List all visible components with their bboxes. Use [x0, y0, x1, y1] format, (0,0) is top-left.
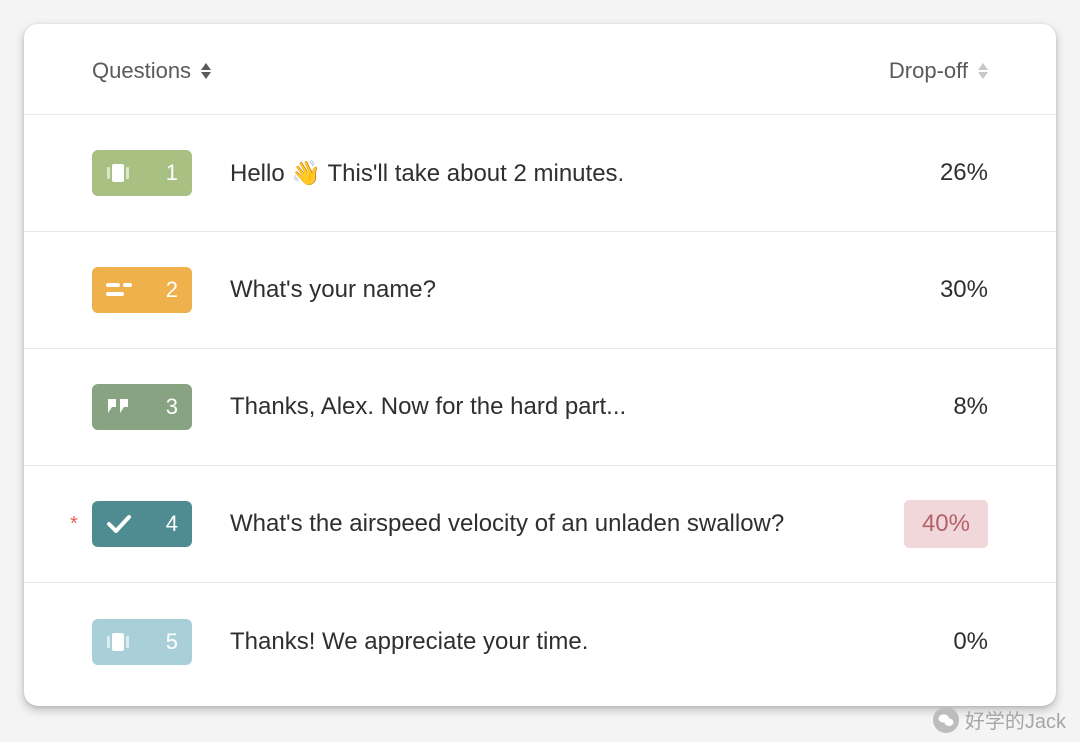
- dropoff-value: 8%: [908, 393, 988, 421]
- question-number: 5: [166, 629, 178, 655]
- quote-icon: [106, 397, 132, 417]
- table-body: 1 Hello 👋 This'll take about 2 minutes.26…: [24, 115, 1056, 700]
- column-header-dropoff-label: Drop-off: [889, 58, 968, 84]
- table-row[interactable]: 1 Hello 👋 This'll take about 2 minutes.26…: [24, 115, 1056, 232]
- dropoff-value: 40%: [904, 500, 988, 548]
- sort-icon: [978, 63, 988, 79]
- text-lines-icon: [106, 283, 132, 297]
- dropoff-value: 26%: [908, 159, 988, 187]
- question-type-badge: 1: [92, 150, 192, 196]
- watermark-text: 好学的Jack: [965, 705, 1066, 734]
- dropoff-value: 0%: [908, 628, 988, 656]
- table-row[interactable]: * 4 What's the airspeed velocity of an un…: [24, 466, 1056, 583]
- column-header-dropoff[interactable]: Drop-off: [889, 58, 988, 84]
- column-header-questions-label: Questions: [92, 58, 191, 84]
- table-row[interactable]: 3 Thanks, Alex. Now for the hard part...8…: [24, 349, 1056, 466]
- table-row[interactable]: 2 What's your name?30%: [24, 232, 1056, 349]
- question-text: What's the airspeed velocity of an unlad…: [230, 510, 904, 538]
- question-number: 1: [166, 160, 178, 186]
- wechat-icon: [933, 707, 959, 733]
- question-type-badge: 2: [92, 267, 192, 313]
- question-text: Thanks! We appreciate your time.: [230, 628, 908, 656]
- sort-icon: [201, 63, 211, 79]
- question-text: Thanks, Alex. Now for the hard part...: [230, 393, 908, 421]
- cards-icon: [106, 631, 132, 653]
- cards-icon: [106, 162, 132, 184]
- question-text: What's your name?: [230, 276, 908, 304]
- watermark: 好学的Jack: [933, 705, 1066, 734]
- check-icon: [106, 513, 132, 535]
- question-type-badge: 5: [92, 619, 192, 665]
- question-number: 3: [166, 394, 178, 420]
- question-text: Hello 👋 This'll take about 2 minutes.: [230, 159, 908, 188]
- dropoff-value: 30%: [908, 276, 988, 304]
- required-star-icon: *: [70, 514, 78, 534]
- table-row[interactable]: 5 Thanks! We appreciate your time.0%: [24, 583, 1056, 700]
- question-number: 2: [166, 277, 178, 303]
- questions-table-card: Questions Drop-off 1 Hello 👋 This'll take…: [24, 24, 1056, 706]
- table-header: Questions Drop-off: [24, 24, 1056, 115]
- question-type-badge: 4: [92, 501, 192, 547]
- question-number: 4: [166, 511, 178, 537]
- column-header-questions[interactable]: Questions: [92, 58, 211, 84]
- question-type-badge: 3: [92, 384, 192, 430]
